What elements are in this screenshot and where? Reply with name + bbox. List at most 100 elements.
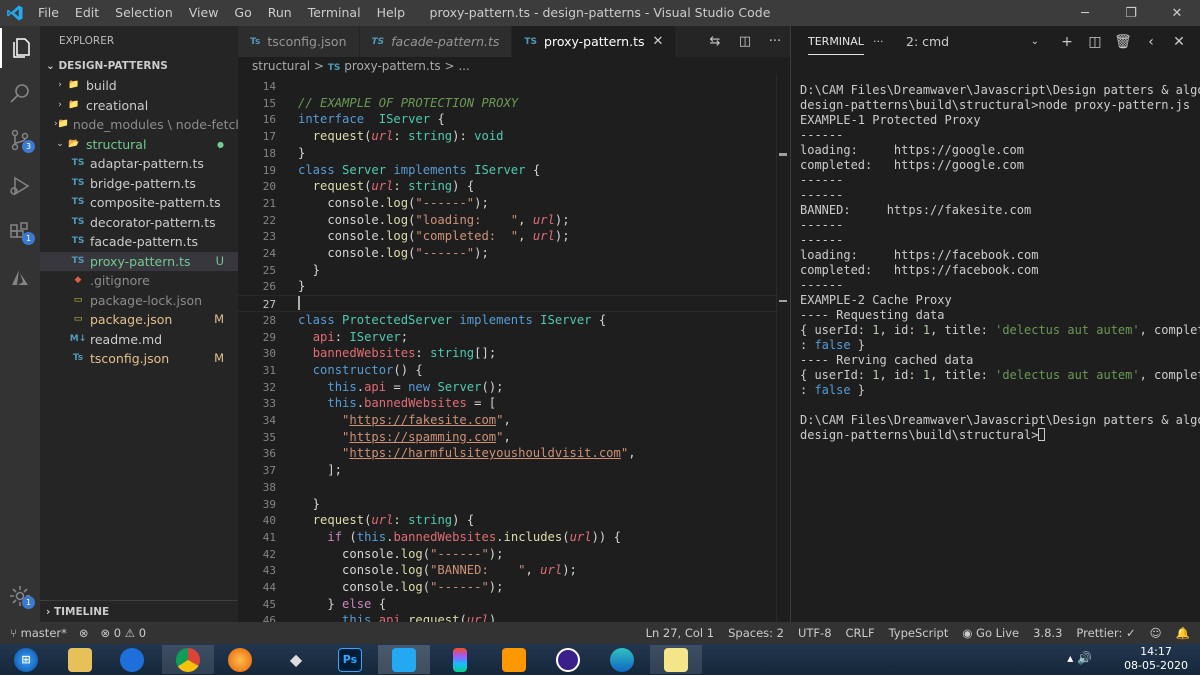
project-section[interactable]: ⌄ DESIGN-PATTERNS bbox=[40, 56, 238, 76]
run-activity[interactable] bbox=[0, 166, 40, 206]
azure-icon bbox=[12, 270, 28, 285]
manage-activity[interactable]: 1 bbox=[0, 576, 40, 616]
terminal-text: , title: bbox=[930, 368, 996, 382]
taskbar-chrome[interactable] bbox=[162, 645, 214, 674]
menu-terminal[interactable]: Terminal bbox=[300, 0, 369, 26]
menu-run[interactable]: Run bbox=[260, 0, 300, 26]
terminal-line: design-patterns\build\structural>node pr… bbox=[800, 98, 1195, 113]
menu-help[interactable]: Help bbox=[369, 0, 414, 26]
azure-activity[interactable] bbox=[0, 258, 40, 298]
tree-item[interactable]: TS adaptar-pattern.ts bbox=[40, 154, 238, 174]
git-branch[interactable]: ⑂ master* bbox=[10, 622, 67, 644]
restore-button[interactable]: ❐ bbox=[1108, 0, 1154, 26]
code-text: "https://spamming.com", bbox=[298, 429, 511, 446]
chevron-up-icon[interactable]: ▴ bbox=[1067, 651, 1077, 665]
split-editor-icon[interactable]: ◫ bbox=[730, 34, 760, 49]
extensions-activity[interactable]: 1 bbox=[0, 212, 40, 252]
tree-item[interactable]: › 📁 node_modules \ node-fetch bbox=[40, 115, 243, 135]
tree-item[interactable]: ▭ package-lock.json bbox=[40, 291, 238, 311]
code-line: 18} bbox=[238, 145, 778, 162]
taskbar-sublime[interactable] bbox=[488, 645, 540, 674]
chevron-right-icon: › bbox=[46, 606, 51, 618]
tree-item[interactable]: ⌄ 📂 structural ● bbox=[40, 135, 238, 155]
terminal-select[interactable]: 2: cmd ⌄ bbox=[903, 32, 1043, 52]
volume-icon[interactable]: 🔊 bbox=[1077, 651, 1092, 665]
code-editor[interactable]: 14 15 // EXAMPLE OF PROTECTION PROXY 16 inte… bbox=[238, 75, 790, 622]
taskbar-edge[interactable] bbox=[596, 645, 648, 674]
more-actions-icon[interactable]: ··· bbox=[760, 34, 790, 49]
taskbar-sticky[interactable] bbox=[650, 645, 702, 674]
panel-more-icon[interactable]: ··· bbox=[873, 26, 884, 57]
code-token: https://harmfulsiteyoushouldvisit.com bbox=[349, 446, 621, 461]
code-text: request(url: string) { bbox=[298, 512, 474, 529]
explorer-activity[interactable] bbox=[0, 28, 40, 68]
line-number: 14 bbox=[262, 80, 276, 93]
chevron-left-icon[interactable]: ‹ bbox=[1137, 34, 1165, 50]
breadcrumb-folder[interactable]: structural bbox=[252, 59, 310, 73]
cursor-position[interactable]: Ln 27, Col 1 bbox=[646, 622, 715, 644]
menu-view[interactable]: View bbox=[181, 0, 227, 26]
terminal-text: BANNED: https://fakesite.com bbox=[800, 203, 1032, 217]
clock[interactable]: 14:17 08-05-2020 bbox=[1124, 645, 1188, 673]
ts-version[interactable]: 3.8.3 bbox=[1033, 622, 1062, 644]
timeline-section[interactable]: › TIMELINE bbox=[40, 600, 238, 622]
go-live-button[interactable]: ◉ Go Live bbox=[962, 622, 1019, 644]
tree-item[interactable]: Ts tsconfig.json M bbox=[40, 349, 238, 369]
feedback-icon[interactable]: ☺ bbox=[1150, 622, 1162, 644]
tree-item[interactable]: TS proxy-pattern.ts U bbox=[40, 251, 238, 271]
taskbar-app[interactable] bbox=[542, 645, 594, 674]
menu-edit[interactable]: Edit bbox=[67, 0, 107, 26]
firefox-dev-icon bbox=[120, 647, 144, 672]
code-token: request bbox=[312, 179, 365, 194]
prettier-status[interactable]: Prettier: ✓ bbox=[1076, 622, 1135, 644]
menu-file[interactable]: File bbox=[30, 0, 67, 26]
menu-go[interactable]: Go bbox=[226, 0, 259, 26]
notifications-icon[interactable]: 🔔 bbox=[1176, 622, 1190, 644]
start-button[interactable]: ⊞ bbox=[0, 645, 52, 674]
problems-count[interactable]: ⊗ 0 ⚠ 0 bbox=[101, 622, 147, 644]
taskbar-explorer[interactable] bbox=[54, 645, 106, 674]
tab-facade-pattern[interactable]: TS facade-pattern.ts bbox=[359, 26, 513, 57]
menu-selection[interactable]: Selection bbox=[107, 0, 181, 26]
breadcrumb-rest[interactable]: > ... bbox=[444, 59, 469, 73]
split-terminal-icon[interactable]: ◫ bbox=[1081, 34, 1109, 50]
tab-proxy-pattern[interactable]: TS proxy-pattern.ts ✕ bbox=[512, 26, 677, 57]
close-tab-icon[interactable]: ✕ bbox=[653, 34, 664, 49]
taskbar-photoshop[interactable]: Ps bbox=[324, 645, 376, 674]
terminal-tab[interactable]: TERMINAL bbox=[808, 26, 864, 55]
tree-item[interactable]: › 📁 creational bbox=[40, 96, 238, 116]
taskbar-inkscape[interactable]: ◆ bbox=[270, 645, 322, 674]
tree-item[interactable]: TS bridge-pattern.ts bbox=[40, 174, 238, 194]
close-panel-icon[interactable]: ✕ bbox=[1165, 34, 1193, 50]
encoding[interactable]: UTF-8 bbox=[798, 622, 832, 644]
new-terminal-icon[interactable]: + bbox=[1053, 34, 1081, 50]
compare-changes-icon[interactable]: ⇆ bbox=[700, 34, 730, 49]
tab-tsconfig[interactable]: Ts tsconfig.json bbox=[238, 26, 360, 57]
live-share-icon[interactable]: ⊗ bbox=[79, 622, 89, 644]
tree-item[interactable]: TS facade-pattern.ts bbox=[40, 232, 238, 252]
taskbar-firefox-dev[interactable] bbox=[106, 645, 158, 674]
tree-item[interactable]: ◆ .gitignore bbox=[40, 271, 238, 291]
terminal-output[interactable]: D:\CAM Files\Dreamwaver\Javascript\Desig… bbox=[800, 83, 1200, 463]
taskbar-vscode[interactable] bbox=[378, 645, 430, 674]
tree-item[interactable]: M↓ readme.md bbox=[40, 330, 238, 350]
tree-item[interactable]: TS decorator-pattern.ts bbox=[40, 213, 238, 233]
end-of-line[interactable]: CRLF bbox=[846, 622, 875, 644]
tree-item[interactable]: ▭ package.json M bbox=[40, 310, 238, 330]
editor-scrollbar[interactable] bbox=[776, 75, 790, 622]
taskbar-figma[interactable] bbox=[434, 645, 486, 674]
trash-icon[interactable]: 🗑 bbox=[1109, 34, 1137, 50]
language-mode[interactable]: TypeScript bbox=[889, 622, 949, 644]
search-activity[interactable] bbox=[0, 74, 40, 114]
indentation[interactable]: Spaces: 2 bbox=[728, 622, 784, 644]
code-token: this bbox=[356, 529, 387, 544]
source-control-activity[interactable]: 3 bbox=[0, 120, 40, 160]
panel-divider[interactable] bbox=[790, 26, 791, 622]
minimize-button[interactable]: ─ bbox=[1062, 0, 1108, 26]
taskbar-firefox[interactable] bbox=[214, 645, 266, 674]
tree-item[interactable]: › 📁 build bbox=[40, 76, 238, 96]
breadcrumb-file[interactable]: proxy-pattern.ts bbox=[344, 59, 440, 73]
close-window-button[interactable]: ✕ bbox=[1154, 0, 1200, 26]
tree-item[interactable]: TS composite-pattern.ts bbox=[40, 193, 238, 213]
